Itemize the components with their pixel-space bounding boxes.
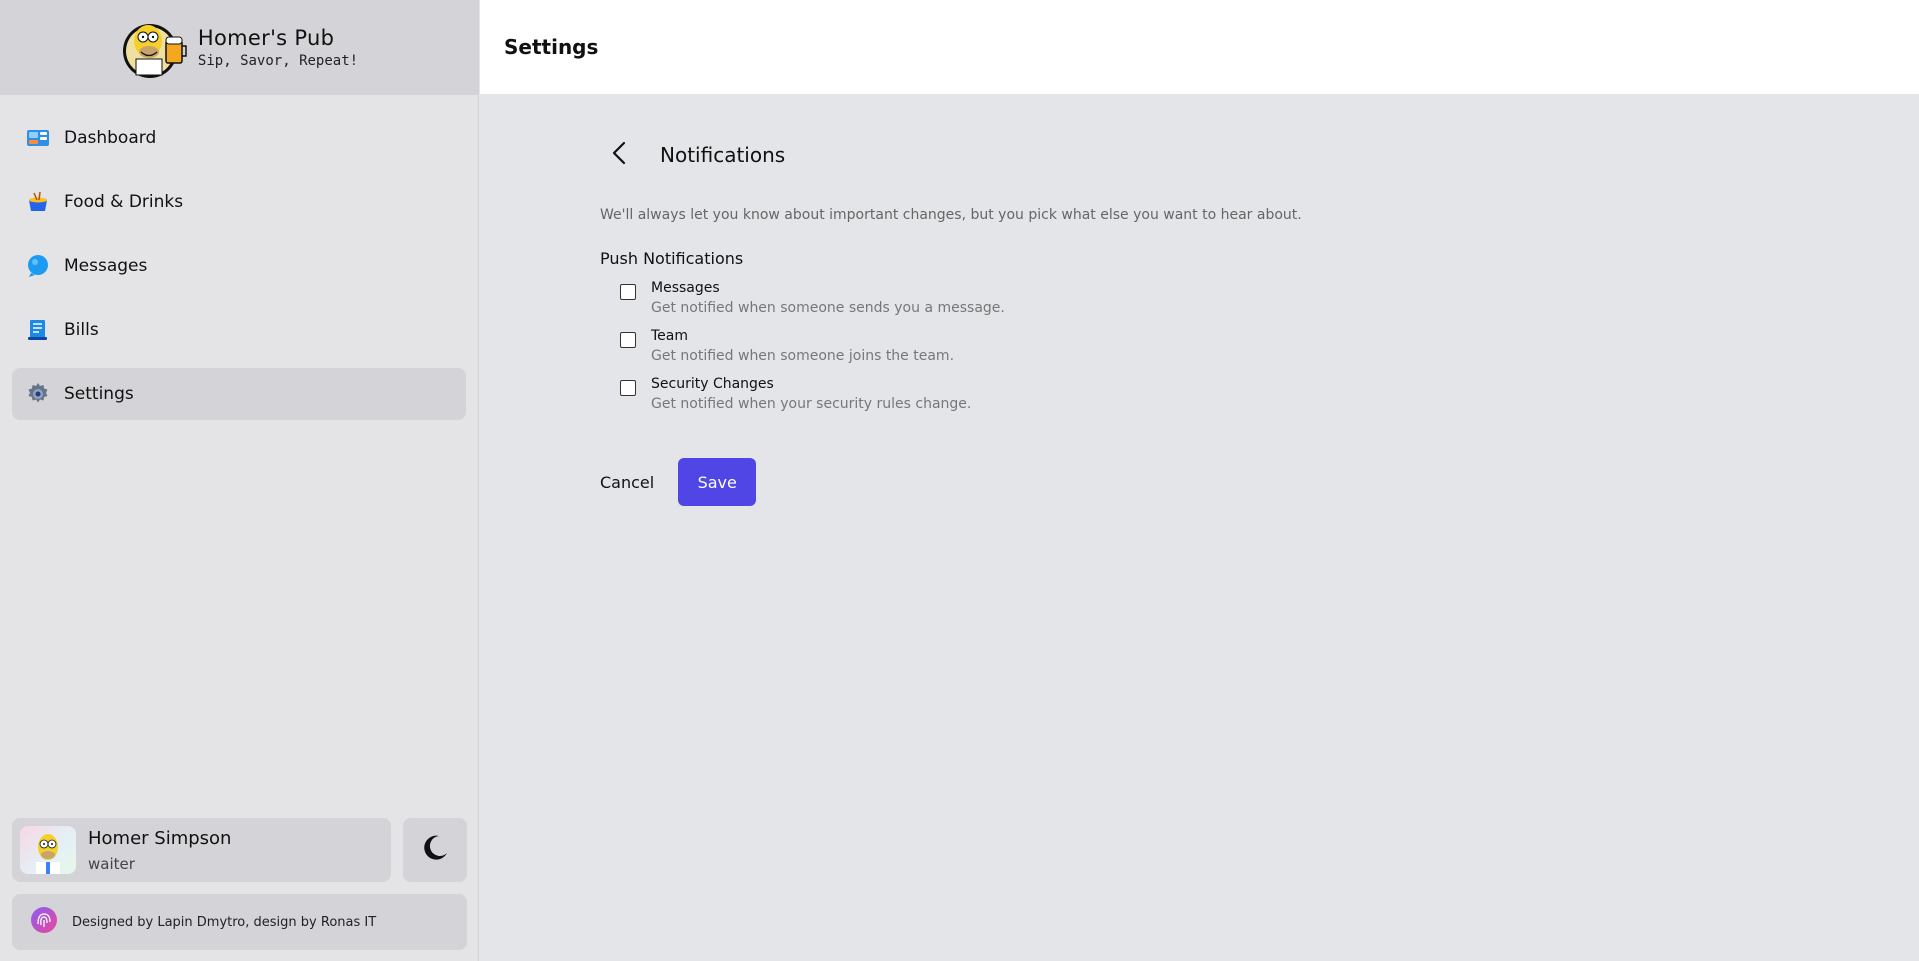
bills-icon	[26, 318, 50, 342]
sidebar: Homer's Pub Sip, Savor, Repeat! Dashboar…	[0, 0, 479, 961]
chevron-left-icon	[610, 141, 630, 169]
user-role: waiter	[88, 854, 135, 873]
credits-text: Designed by Lapin Dmytro, design by Rona…	[72, 914, 377, 930]
messages-checkbox[interactable]	[620, 284, 636, 300]
sidebar-item-food-drinks[interactable]: Food & Drinks	[12, 176, 466, 228]
homer-logo-icon	[120, 15, 188, 81]
sidebar-item-bills[interactable]: Bills	[12, 304, 466, 356]
sidebar-nav: Dashboard Food & Drinks Messages Bills S…	[0, 112, 478, 420]
fingerprint-icon	[30, 906, 58, 938]
user-name: Homer Simpson	[88, 827, 232, 849]
sidebar-item-settings[interactable]: Settings	[12, 368, 466, 420]
option-description: Get notified when someone sends you a me…	[651, 300, 1005, 316]
sidebar-item-dashboard[interactable]: Dashboard	[12, 112, 466, 164]
sidebar-item-label: Settings	[64, 384, 134, 404]
food-icon	[26, 190, 50, 214]
option-description: Get notified when someone joins the team…	[651, 348, 955, 364]
brand-subtitle: Sip, Savor, Repeat!	[197, 53, 359, 69]
option-messages: Messages Get notified when someone sends…	[600, 280, 1380, 316]
back-button[interactable]	[600, 135, 640, 175]
notifications-description: We'll always let you know about importan…	[600, 207, 1302, 223]
page-header: Settings	[480, 0, 1919, 95]
notifications-panel: Notifications We'll always let you know …	[600, 135, 1380, 506]
dashboard-icon	[26, 126, 50, 150]
option-security-changes: Security Changes Get notified when your …	[600, 376, 1380, 412]
dark-mode-toggle-button[interactable]	[403, 818, 467, 882]
avatar	[20, 826, 76, 874]
cancel-button[interactable]: Cancel	[600, 473, 654, 492]
sidebar-item-label: Dashboard	[64, 128, 157, 148]
page-title: Settings	[504, 35, 599, 59]
sidebar-item-label: Food & Drinks	[64, 192, 184, 212]
main-content: Notifications We'll always let you know …	[480, 95, 1919, 961]
credits: Designed by Lapin Dmytro, design by Rona…	[12, 894, 467, 950]
gear-icon	[26, 382, 50, 406]
option-label: Security Changes	[651, 376, 774, 392]
team-checkbox[interactable]	[620, 332, 636, 348]
brand[interactable]: Homer's Pub Sip, Savor, Repeat!	[0, 0, 478, 95]
brand-title: Homer's Pub	[197, 26, 335, 50]
sidebar-item-label: Bills	[64, 320, 99, 340]
option-team: Team Get notified when someone joins the…	[600, 328, 1380, 364]
option-label: Team	[651, 328, 689, 344]
messages-icon	[26, 254, 50, 278]
option-label: Messages	[651, 280, 720, 296]
section-heading: Notifications	[660, 143, 786, 167]
push-notifications-heading: Push Notifications	[600, 249, 744, 268]
sidebar-item-label: Messages	[64, 256, 148, 276]
security-changes-checkbox[interactable]	[620, 380, 636, 396]
save-button[interactable]: Save	[678, 458, 757, 506]
moon-icon	[420, 833, 450, 867]
sidebar-item-messages[interactable]: Messages	[12, 240, 466, 292]
user-card[interactable]: Homer Simpson waiter	[12, 818, 391, 882]
form-actions: Cancel Save	[600, 458, 1380, 506]
option-description: Get notified when your security rules ch…	[651, 396, 972, 412]
